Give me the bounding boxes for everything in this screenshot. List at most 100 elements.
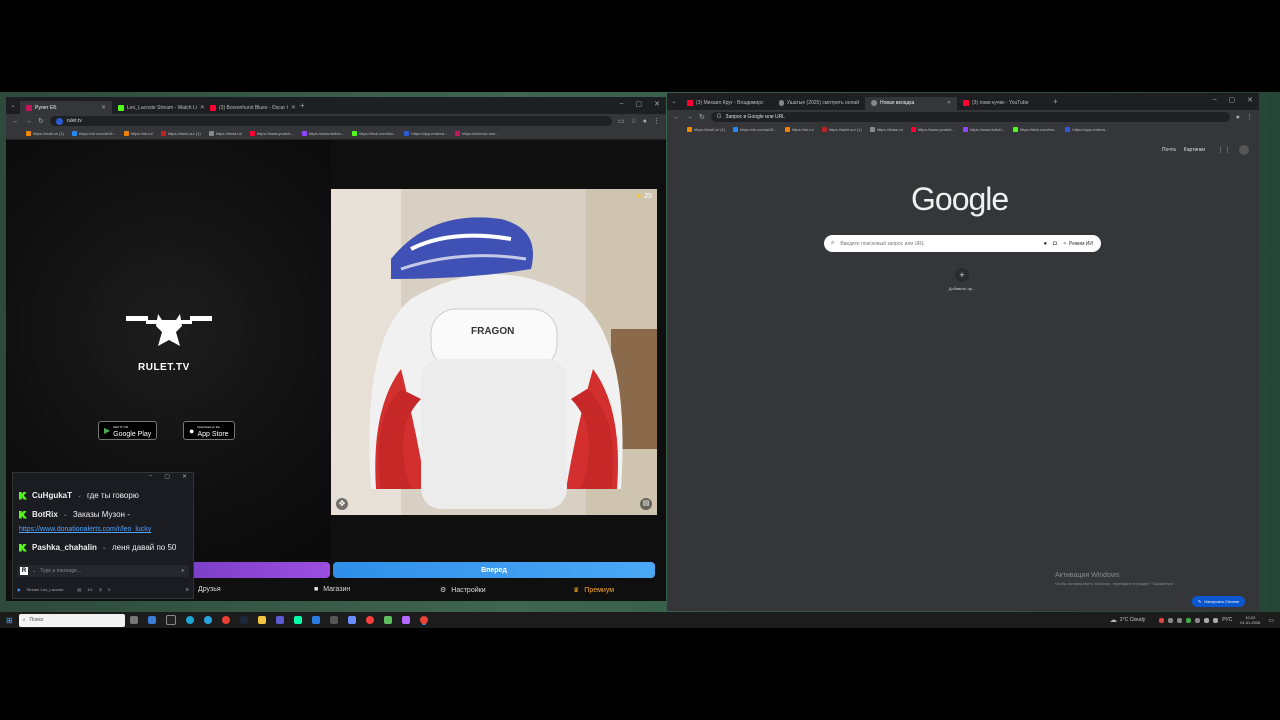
bookmark-item[interactable]: https://lesta.ru/ [208, 131, 242, 136]
right-url-field[interactable]: G Запрос в Google или URL [710, 112, 1230, 122]
language-indicator[interactable]: РУС [1222, 617, 1232, 623]
maximize-icon[interactable]: ▢ [164, 473, 170, 483]
bookmark-item[interactable]: https://vk.com/al18... [72, 131, 116, 136]
menu-shop[interactable]: ■ Магазин [314, 586, 350, 593]
stop-button[interactable] [190, 562, 330, 578]
left-url-field[interactable]: rulet.tv [49, 116, 612, 126]
bookmark-item[interactable]: https://www.twitch... [301, 131, 344, 136]
tab-search-icon[interactable]: ⌄ [667, 98, 681, 105]
chrome-icon[interactable] [419, 616, 428, 624]
bookmark-item[interactable]: https://kick.com/leo... [352, 131, 396, 136]
bookmark-item[interactable]: https://www.youtub... [910, 127, 955, 132]
user-avatar[interactable]: R [20, 567, 28, 575]
steam-icon[interactable] [239, 616, 248, 624]
microphone-icon[interactable]: ● [1044, 241, 1048, 247]
close-icon[interactable]: ✕ [182, 473, 187, 483]
tray-icon[interactable] [1195, 617, 1201, 623]
telegram-icon[interactable] [203, 616, 212, 624]
site-info-icon[interactable] [55, 117, 63, 125]
cast-icon[interactable]: ▭ [618, 117, 625, 125]
chat-input[interactable]: Type a message... [40, 568, 177, 574]
tray-icon[interactable] [1177, 617, 1183, 623]
edge-icon[interactable] [185, 616, 194, 624]
forward-icon[interactable]: → [25, 118, 32, 125]
bookmark-item[interactable]: https://www.youtub... [249, 131, 294, 136]
back-icon[interactable]: ← [12, 118, 19, 125]
images-link[interactable]: Картинки [1184, 147, 1205, 153]
back-icon[interactable]: ← [673, 114, 680, 121]
minimize-icon[interactable]: – [1213, 96, 1217, 104]
app-icon[interactable] [275, 616, 284, 624]
widgets-icon[interactable] [147, 616, 156, 624]
gear-icon[interactable]: ⚙ [185, 587, 189, 592]
app-icon[interactable] [347, 616, 356, 624]
right-tab-0[interactable]: (3) Михаил Круг - Владимирс [681, 97, 773, 110]
google-play-button[interactable]: ▶ GET IT ON Google Play [98, 421, 158, 440]
tray-icon[interactable] [1168, 617, 1174, 623]
menu-dots-icon[interactable]: ⋮ [1246, 113, 1253, 121]
bookmark-item[interactable]: https://app.rentrea... [404, 131, 447, 136]
gmail-link[interactable]: Почта [1162, 147, 1176, 153]
close-icon[interactable]: ✕ [1247, 96, 1253, 104]
app-icon[interactable] [383, 616, 392, 624]
bookmark-item[interactable]: https://stoirroo.mo/... [455, 131, 499, 136]
minimize-icon[interactable]: – [620, 100, 624, 108]
bookmark-item[interactable]: https://www.twitch... [962, 127, 1005, 132]
new-tab-button[interactable]: + [1049, 97, 1062, 106]
bookmark-item[interactable]: https://vk.com/al18... [733, 127, 777, 132]
reload-icon[interactable]: ↻ [38, 117, 44, 125]
reload-icon[interactable]: ↻ [699, 113, 705, 121]
menu-premium[interactable]: ♛ Премиум [573, 586, 614, 595]
google-search-box[interactable]: ⌕ Введите поисковый запрос или URL ● ◘ ✧… [824, 235, 1101, 252]
close-icon[interactable]: ✕ [654, 100, 660, 108]
app-icon[interactable] [329, 616, 338, 624]
bookmark-item[interactable]: https://mail.ru/ (1) [26, 131, 64, 136]
tab-search-icon[interactable]: ⌄ [6, 102, 20, 109]
add-shortcut-button[interactable]: + Добавить яр... [944, 268, 980, 291]
app-icon[interactable] [311, 616, 320, 624]
tab-close-icon[interactable]: ✕ [101, 104, 106, 111]
bookmark-item[interactable]: https://mail.ru/ (1) [687, 127, 725, 132]
tray-icon[interactable] [1159, 617, 1165, 623]
right-tab-3[interactable]: (3) лови кучик - YouTube [957, 97, 1049, 110]
maximize-icon[interactable]: ▢ [1229, 96, 1236, 104]
tray-icon[interactable] [1186, 617, 1192, 623]
tab-close-icon[interactable]: ✕ [947, 100, 951, 106]
profile-avatar[interactable]: ● [1236, 114, 1240, 121]
forward-icon[interactable]: → [686, 114, 693, 121]
next-button[interactable]: Вперед [333, 562, 655, 578]
right-tab-2[interactable]: Новая вкладка ✕ [865, 96, 957, 110]
app-store-button[interactable]: ● Download on the App Store [183, 421, 235, 440]
app-icon[interactable] [365, 616, 374, 624]
apps-grid-icon[interactable]: ⋮⋮ [1217, 146, 1231, 154]
left-tab-1[interactable]: Leo_Lacoste Stream - Watch Li ✕ [112, 101, 204, 114]
bookmark-item[interactable]: https://ok.ru/ [123, 131, 153, 136]
weather-widget[interactable]: ☁ 2°C Cloudy [1110, 616, 1145, 624]
customize-chrome-button[interactable]: ✎ Настроить Chrome [1192, 596, 1246, 607]
fullscreen-icon[interactable]: ✥ [336, 498, 348, 510]
profile-avatar[interactable]: ● [643, 118, 647, 125]
bookmark-item[interactable]: https://kick.com/leo... [1013, 127, 1057, 132]
taskbar-search-box[interactable]: ⌕ Поиск [18, 613, 125, 627]
notifications-icon[interactable]: ▭ [1268, 617, 1274, 624]
bookmark-item[interactable]: https://tanki.su/ (1) [160, 131, 201, 136]
explorer-icon[interactable] [257, 616, 266, 624]
maximize-icon[interactable]: ▢ [636, 100, 643, 108]
bookmark-item[interactable]: https://tanki.su/ (1) [821, 127, 862, 132]
ai-mode-button[interactable]: ✧ Режим ИИ [1063, 241, 1093, 247]
menu-dots-icon[interactable]: ⋮ [653, 117, 660, 125]
search-input[interactable]: Введите поисковый запрос или URL [840, 241, 1037, 247]
task-view-icon[interactable] [129, 616, 138, 624]
bookmark-star-icon[interactable]: ☆ [630, 117, 636, 125]
app-icon[interactable] [401, 616, 410, 624]
bookmark-item[interactable]: https://app.rentrea... [1065, 127, 1108, 132]
bookmark-item[interactable]: https://ok.ru/ [784, 127, 814, 132]
left-tab-2[interactable]: (3) Borsonhurst Blues - Oscar I ✕ [204, 101, 296, 114]
account-avatar[interactable] [1239, 145, 1249, 155]
terminal-icon[interactable] [165, 615, 176, 625]
chat-bubble-icon[interactable]: ▤ [640, 498, 652, 510]
menu-settings[interactable]: ⚙ Настройки [440, 586, 486, 595]
chevron-down-icon[interactable]: ⌄ [32, 568, 36, 574]
send-icon[interactable]: ➤ [181, 568, 185, 574]
settings-icon[interactable]: ◉ [17, 587, 21, 592]
